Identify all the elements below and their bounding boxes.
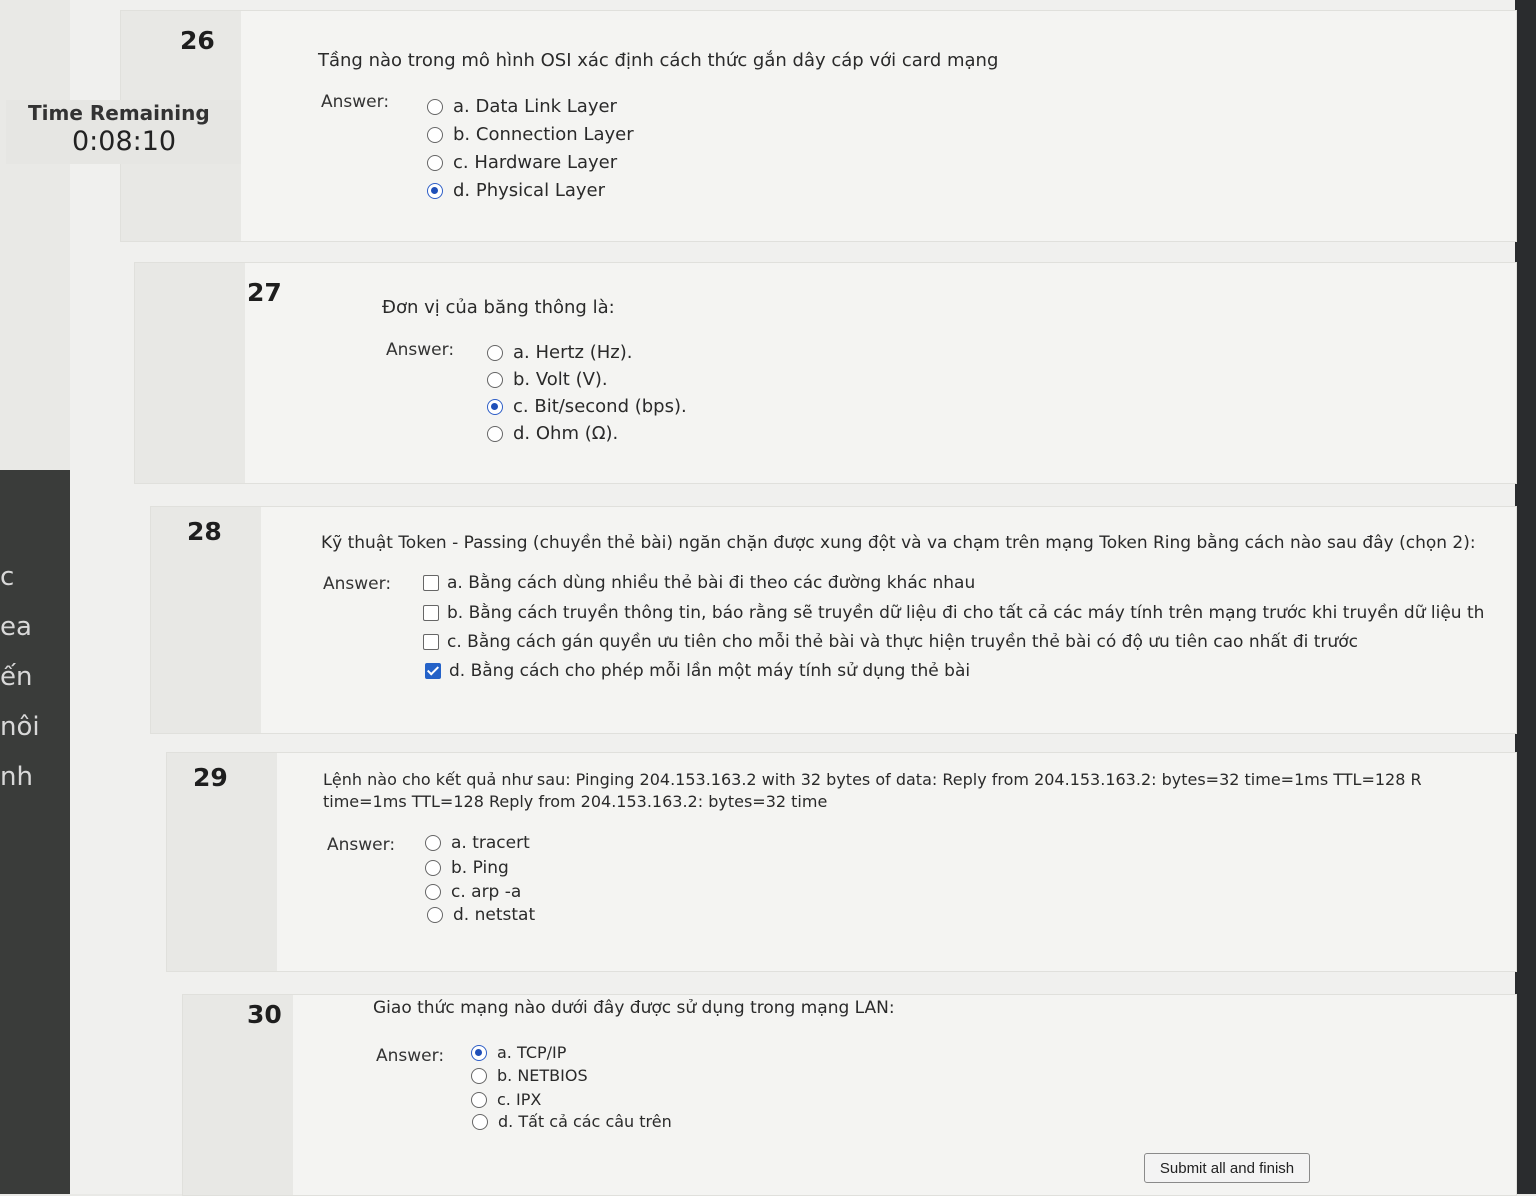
checkbox[interactable]: [423, 634, 439, 650]
radio-button[interactable]: [425, 884, 441, 900]
option-label: b. Bằng cách truyền thông tin, báo rằng …: [447, 603, 1485, 623]
option-label: c. Hardware Layer: [453, 152, 618, 173]
question-26: [120, 10, 1517, 242]
answer-option-b[interactable]: b. NETBIOS: [471, 1066, 588, 1085]
background-text-fragment: c: [0, 562, 15, 592]
question-number: 26: [180, 26, 215, 55]
option-label: d. Physical Layer: [453, 180, 605, 201]
answer-option-a[interactable]: a. Bằng cách dùng nhiều thẻ bài đi theo …: [423, 573, 975, 593]
question-text-continued: time=1ms TTL=128 Reply from 204.153.163.…: [323, 792, 828, 811]
option-label: a. tracert: [451, 833, 530, 853]
option-label: b. NETBIOS: [497, 1066, 588, 1085]
answer-option-b[interactable]: b. Connection Layer: [427, 124, 634, 145]
radio-button-selected[interactable]: [471, 1044, 487, 1061]
question-text: Tầng nào trong mô hình OSI xác định cách…: [318, 50, 999, 71]
radio-button[interactable]: [471, 1067, 487, 1084]
question-30: [182, 994, 1517, 1196]
answer-label: Answer:: [321, 92, 390, 112]
option-label: c. Bằng cách gán quyền ưu tiên cho mỗi t…: [447, 632, 1358, 652]
answer-option-a[interactable]: a. tracert: [425, 833, 530, 853]
answer-label: Answer:: [376, 1046, 445, 1066]
option-label: a. TCP/IP: [497, 1043, 567, 1062]
radio-button[interactable]: [487, 344, 503, 361]
answer-option-a[interactable]: a. Data Link Layer: [427, 96, 617, 117]
option-label: d. Ohm (Ω).: [513, 423, 619, 444]
question-info: [135, 263, 245, 483]
background-text-fragment: nôi: [0, 712, 40, 742]
answer-option-c[interactable]: c. arp -a: [425, 882, 521, 902]
radio-button[interactable]: [427, 98, 443, 115]
answer-option-c[interactable]: c. IPX: [471, 1090, 541, 1109]
radio-button[interactable]: [427, 907, 443, 923]
option-label: a. Hertz (Hz).: [513, 342, 633, 363]
radio-button[interactable]: [487, 425, 503, 442]
radio-button-selected[interactable]: [427, 182, 443, 199]
submit-all-button[interactable]: Submit all and finish: [1144, 1153, 1310, 1183]
question-27: [134, 262, 1517, 484]
answer-option-d[interactable]: d. Bằng cách cho phép mỗi lần một máy tí…: [425, 661, 970, 681]
background-text-fragment: ea: [0, 612, 32, 642]
answer-option-d[interactable]: d. netstat: [427, 905, 535, 925]
checkbox[interactable]: [423, 605, 439, 621]
background-text-fragment: nh: [0, 762, 33, 792]
question-text: Lệnh nào cho kết quả như sau: Pinging 20…: [323, 770, 1422, 789]
option-label: b. Connection Layer: [453, 124, 634, 145]
background-text-fragment: ến: [0, 662, 33, 692]
radio-button[interactable]: [487, 371, 503, 388]
answer-option-d[interactable]: d. Ohm (Ω).: [487, 423, 618, 444]
answer-option-a[interactable]: a. Hertz (Hz).: [487, 342, 632, 363]
screen-bezel: [1515, 0, 1536, 1194]
timer-value: 0:08:10: [72, 126, 177, 157]
option-label: c. Bit/second (bps).: [513, 396, 687, 417]
option-label: d. Bằng cách cho phép mỗi lần một máy tí…: [449, 661, 971, 681]
answer-option-a[interactable]: a. TCP/IP: [471, 1043, 566, 1062]
question-text: Đơn vị của băng thông là:: [382, 297, 615, 318]
option-label: d. netstat: [453, 905, 536, 925]
radio-button[interactable]: [427, 154, 443, 171]
question-number: 30: [247, 1000, 282, 1029]
answer-label: Answer:: [386, 340, 455, 360]
answer-option-b[interactable]: b. Bằng cách truyền thông tin, báo rằng …: [423, 603, 1513, 623]
radio-button[interactable]: [425, 835, 441, 851]
answer-label: Answer:: [327, 835, 396, 855]
timer-title: Time Remaining: [28, 101, 210, 125]
option-label: a. Data Link Layer: [453, 96, 617, 117]
checkbox-checked[interactable]: [425, 663, 441, 679]
answer-option-b[interactable]: b. Volt (V).: [487, 369, 608, 390]
answer-option-d[interactable]: d. Tất cả các câu trên: [472, 1112, 672, 1131]
option-label: b. Ping: [451, 858, 509, 878]
answer-label: Answer:: [323, 574, 392, 594]
radio-button[interactable]: [471, 1091, 487, 1108]
option-label: b. Volt (V).: [513, 369, 608, 390]
option-label: c. arp -a: [451, 882, 522, 902]
checkbox[interactable]: [423, 575, 439, 591]
option-label: a. Bằng cách dùng nhiều thẻ bài đi theo …: [447, 573, 976, 593]
radio-button[interactable]: [427, 126, 443, 143]
question-number: 28: [187, 517, 222, 546]
question-number: 27: [247, 278, 282, 307]
question-text: Kỹ thuật Token - Passing (chuyền thẻ bài…: [321, 533, 1476, 553]
radio-button-selected[interactable]: [487, 398, 503, 415]
answer-option-b[interactable]: b. Ping: [425, 858, 509, 878]
option-label: c. IPX: [497, 1090, 542, 1109]
radio-button[interactable]: [425, 860, 441, 876]
question-number: 29: [193, 763, 228, 792]
question-text: Giao thức mạng nào dưới đây được sử dụng…: [373, 998, 895, 1018]
option-label: d. Tất cả các câu trên: [498, 1112, 672, 1131]
answer-option-c[interactable]: c. Bằng cách gán quyền ưu tiên cho mỗi t…: [423, 632, 1358, 652]
answer-option-c[interactable]: c. Bit/second (bps).: [487, 396, 687, 417]
answer-option-d[interactable]: d. Physical Layer: [427, 180, 605, 201]
answer-option-c[interactable]: c. Hardware Layer: [427, 152, 617, 173]
radio-button[interactable]: [472, 1113, 488, 1130]
